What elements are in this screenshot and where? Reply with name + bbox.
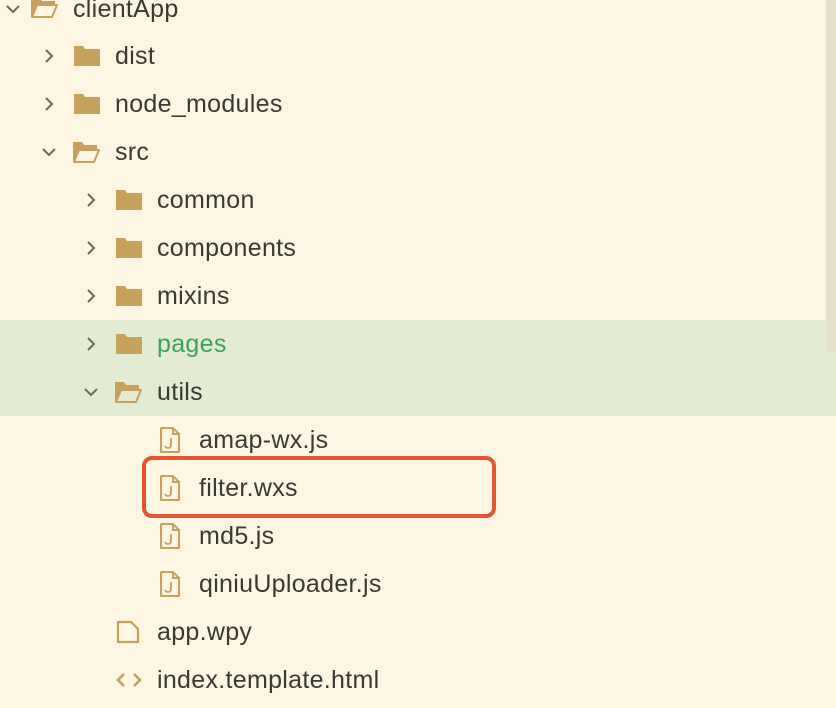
js-file-icon [159, 571, 181, 597]
tree-item-pages[interactable]: pages [0, 320, 836, 368]
folder-open-icon [30, 0, 58, 19]
tree-item-label: pages [157, 330, 227, 358]
folder-open-icon [72, 140, 100, 164]
folder-icon [115, 188, 143, 212]
chevron-down-icon[interactable] [4, 0, 22, 18]
annotation-highlight-box [142, 456, 496, 518]
tree-item-dist[interactable]: dist [0, 32, 836, 80]
chevron-right-icon[interactable] [40, 47, 58, 65]
tree-item-components[interactable]: components [0, 224, 836, 272]
tree-item-label: qiniuUploader.js [199, 570, 382, 598]
tree-item-node-modules[interactable]: node_modules [0, 80, 836, 128]
tree-item-label: common [157, 186, 255, 214]
folder-icon [73, 44, 101, 68]
vertical-scrollbar[interactable] [826, 0, 836, 352]
chevron-right-icon[interactable] [82, 287, 100, 305]
tree-item-label: clientApp [73, 0, 179, 23]
tree-item-label: src [115, 138, 150, 166]
tree-item-src[interactable]: src [0, 128, 836, 176]
tree-item-label: utils [157, 378, 203, 406]
tree-item-label: index.template.html [157, 666, 380, 694]
tree-item-label: components [157, 234, 297, 262]
folder-icon [115, 332, 143, 356]
file-explorer-tree: clientApp dist node_modules src common c… [0, 0, 836, 708]
folder-icon [73, 92, 101, 116]
chevron-right-icon[interactable] [82, 239, 100, 257]
tree-item-common[interactable]: common [0, 176, 836, 224]
chevron-down-icon[interactable] [82, 383, 100, 401]
tree-item-label: app.wpy [157, 618, 253, 646]
chevron-right-icon[interactable] [40, 95, 58, 113]
tree-item-qiniuuploader-js[interactable]: qiniuUploader.js [0, 560, 836, 608]
tree-item-label: dist [115, 42, 156, 70]
tree-item-label: node_modules [115, 90, 283, 118]
tree-item-label: mixins [157, 282, 230, 310]
chevron-right-icon[interactable] [82, 191, 100, 209]
tree-item-md5-js[interactable]: md5.js [0, 512, 836, 560]
tree-item-clientapp[interactable]: clientApp [0, 0, 836, 33]
chevron-down-icon[interactable] [40, 143, 58, 161]
code-brackets-icon [114, 670, 144, 690]
folder-icon [115, 236, 143, 260]
tree-item-utils[interactable]: utils [0, 368, 836, 416]
tree-item-mixins[interactable]: mixins [0, 272, 836, 320]
tree-item-label: md5.js [199, 522, 275, 550]
folder-open-icon [114, 380, 142, 404]
file-icon [116, 620, 140, 644]
folder-icon [115, 284, 143, 308]
js-file-icon [159, 427, 181, 453]
tree-item-app-wpy[interactable]: app.wpy [0, 608, 836, 656]
tree-item-index-template-html[interactable]: index.template.html [0, 656, 836, 704]
js-file-icon [159, 523, 181, 549]
chevron-right-icon[interactable] [82, 335, 100, 353]
